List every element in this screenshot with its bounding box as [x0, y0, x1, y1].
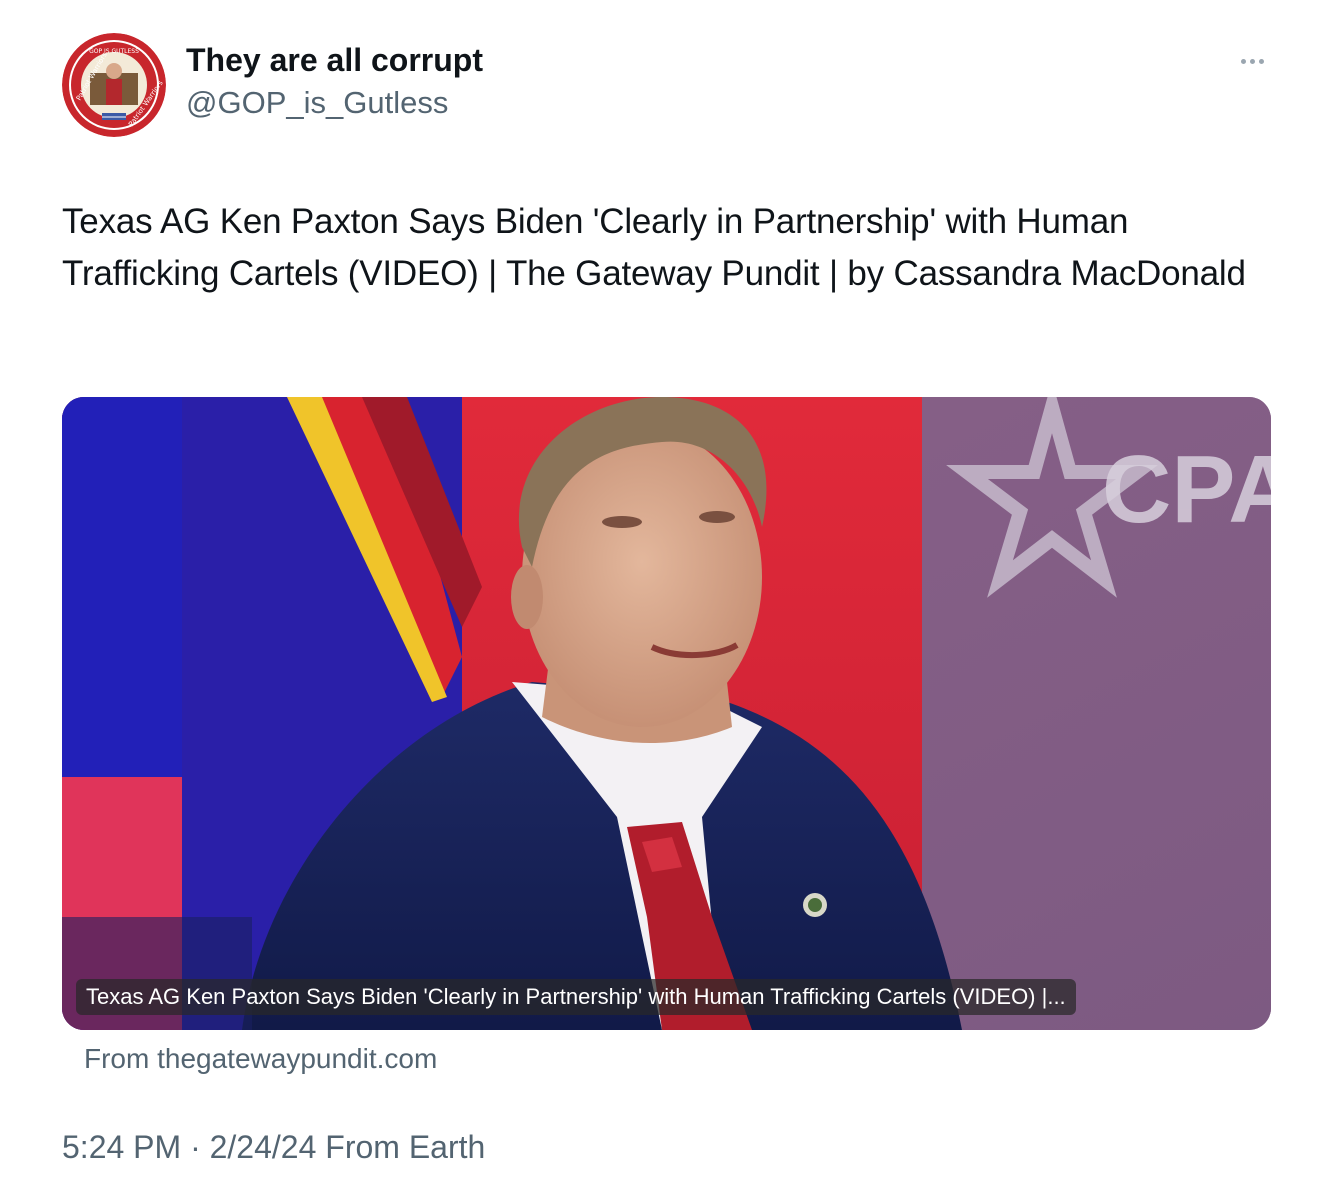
- tweet-location: From Earth: [316, 1129, 486, 1165]
- tweet-time[interactable]: 5:24 PM: [62, 1129, 181, 1165]
- cpac-logo-text: CPAC: [1102, 436, 1271, 543]
- more-horizontal-icon[interactable]: [1232, 46, 1272, 76]
- dot: [1249, 58, 1255, 64]
- link-card[interactable]: CPAC Texas AG Ke: [62, 397, 1271, 1030]
- tweet-meta: 5:24 PM · 2/24/24 From Earth: [62, 1126, 485, 1168]
- avatar[interactable]: GOP IS GUTLESS Patriot Warriors Patriot …: [62, 33, 166, 137]
- tweet-text: Texas AG Ken Paxton Says Biden 'Clearly …: [62, 202, 1246, 293]
- tweet-date[interactable]: 2/24/24: [210, 1129, 317, 1165]
- card-title: Texas AG Ken Paxton Says Biden 'Clearly …: [76, 979, 1076, 1015]
- card-image: CPAC: [62, 397, 1271, 1030]
- dot: [1240, 58, 1246, 64]
- meta-separator: ·: [181, 1129, 210, 1165]
- dot: [1258, 58, 1264, 64]
- display-name[interactable]: They are all corrupt: [186, 40, 483, 80]
- tweet: GOP IS GUTLESS Patriot Warriors Patriot …: [0, 0, 1327, 1185]
- card-source-link[interactable]: From thegatewaypundit.com: [84, 1040, 437, 1078]
- avatar-badge-text: GOP IS GUTLESS: [89, 48, 139, 55]
- avatar-image: GOP IS GUTLESS Patriot Warriors Patriot …: [62, 33, 166, 137]
- handle[interactable]: @GOP_is_Gutless: [186, 84, 448, 122]
